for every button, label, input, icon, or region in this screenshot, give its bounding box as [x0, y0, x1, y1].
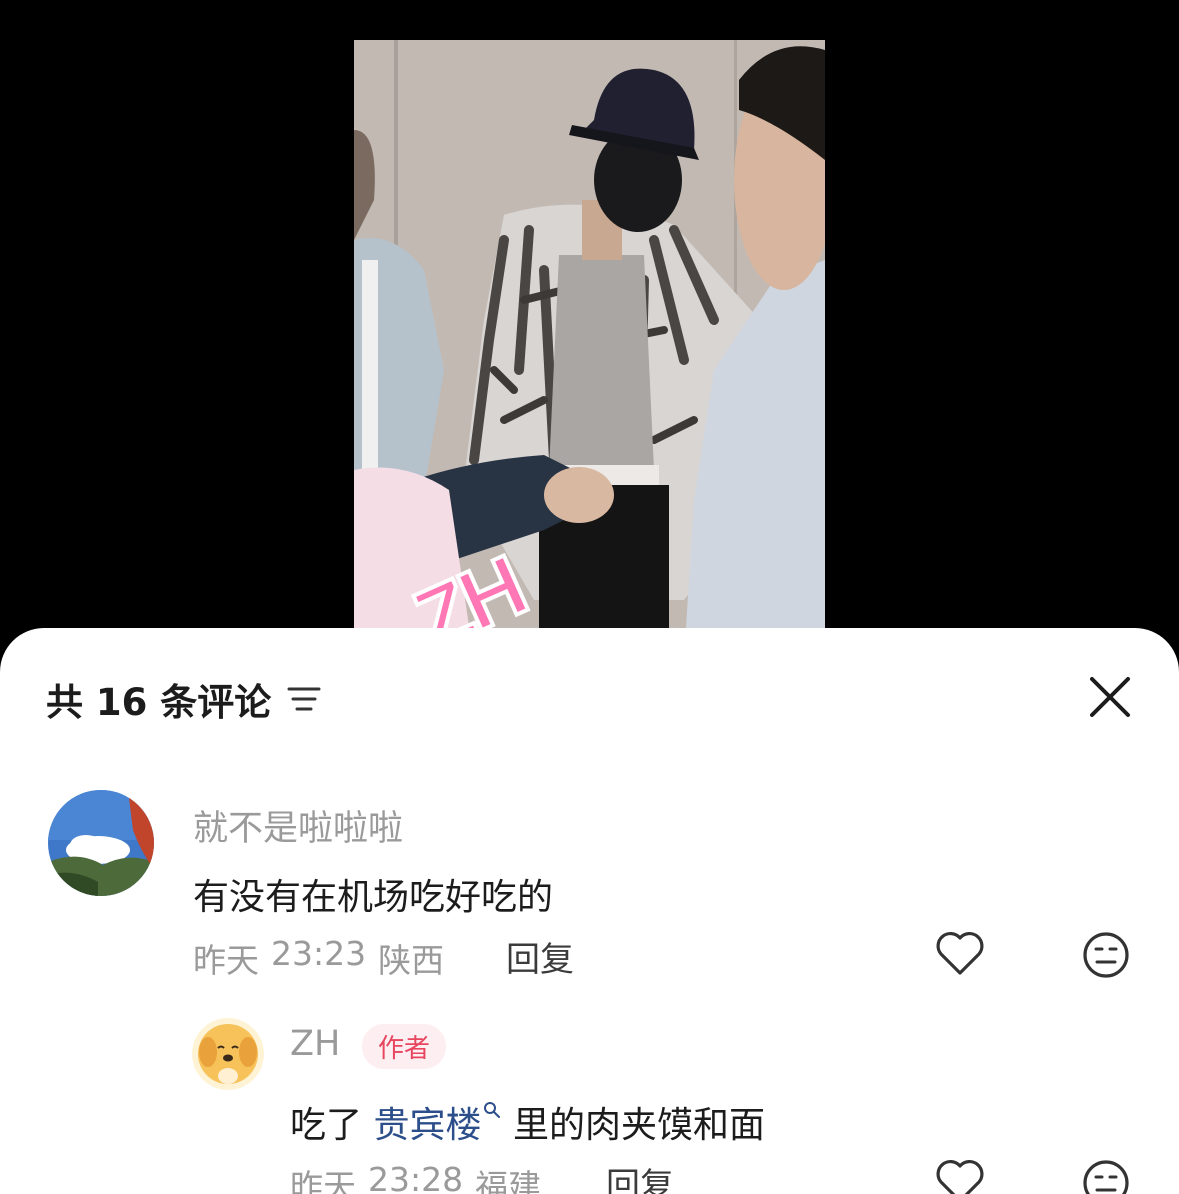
close-icon[interactable] [1088, 675, 1132, 719]
topic-link-label: 贵宾楼 [373, 1105, 482, 1146]
reply-text-end: 里的肉夹馍和面 [512, 1105, 765, 1146]
avatar[interactable] [48, 790, 154, 896]
reply-item: ZH 作者 吃了 贵宾楼 里的肉夹馍和面 昨天 23:28 福建 回复 [0, 1018, 1179, 1194]
reply-time: 23:28 [368, 1160, 464, 1194]
video-frame[interactable]: ZH [354, 40, 825, 660]
reply-username[interactable]: ZH [290, 1024, 340, 1064]
comments-sheet: 共 16 条评论 就不是啦啦啦 有没有在机场吃好吃的 昨天 23:23 陕西 回… [0, 628, 1179, 1194]
heart-icon[interactable] [935, 930, 985, 976]
comment-count-title: 共 16 条评论 [46, 681, 272, 724]
reply-text[interactable]: 吃了 贵宾楼 里的肉夹馍和面 [290, 1096, 765, 1148]
comment-time: 23:23 [271, 934, 367, 973]
comment-item: 就不是啦啦啦 有没有在机场吃好吃的 昨天 23:23 陕西 回复 [0, 788, 1179, 981]
avatar[interactable] [192, 1018, 264, 1090]
comment-meta: 昨天 23:23 陕西 [193, 934, 444, 982]
topic-link[interactable]: 贵宾楼 [373, 1102, 501, 1146]
reply-text-start: 吃了 [290, 1105, 363, 1146]
reply-button[interactable]: 回复 [606, 1158, 674, 1194]
author-badge: 作者 [362, 1024, 447, 1069]
sort-icon[interactable] [287, 684, 321, 714]
meh-face-icon[interactable] [1082, 1159, 1130, 1194]
comment-date: 昨天 [193, 941, 259, 980]
comment-text[interactable]: 有没有在机场吃好吃的 [193, 868, 553, 920]
comment-location: 陕西 [378, 941, 445, 980]
comments-header: 共 16 条评论 [46, 672, 321, 726]
reply-location: 福建 [475, 1167, 542, 1194]
search-icon [484, 1102, 501, 1118]
heart-icon[interactable] [935, 1158, 985, 1194]
reply-meta: 昨天 23:28 福建 [290, 1160, 541, 1194]
video-still [354, 40, 825, 660]
meh-face-icon[interactable] [1082, 931, 1130, 979]
video-player[interactable]: ZH [0, 0, 1179, 660]
reply-button[interactable]: 回复 [506, 932, 574, 981]
reply-date: 昨天 [290, 1167, 356, 1194]
comment-username[interactable]: 就不是啦啦啦 [193, 800, 403, 851]
